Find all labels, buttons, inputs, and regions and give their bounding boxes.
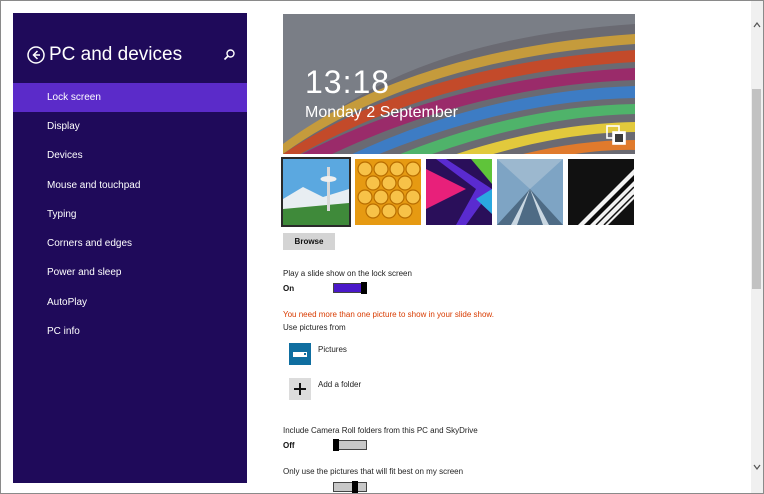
source-pictures-label[interactable]: Pictures <box>318 345 347 354</box>
thumbnail-honeycomb[interactable] <box>355 159 421 225</box>
sidebar-item-label: Display <box>47 121 80 132</box>
sidebar-item-label: Lock screen <box>47 92 101 103</box>
thumbnail-piano[interactable] <box>568 159 634 225</box>
thumbnail-space-needle[interactable] <box>281 157 351 227</box>
thumbnail-rails[interactable] <box>497 159 563 225</box>
sidebar-item-autoplay[interactable]: AutoPlay <box>13 288 247 317</box>
use-pictures-label: Use pictures from <box>283 323 346 332</box>
sidebar-item-devices[interactable]: Devices <box>13 141 247 170</box>
camera-roll-toggle[interactable] <box>333 439 367 451</box>
settings-window: PC and devices Lock screen Display Devic… <box>0 0 764 494</box>
preview-date: Monday 2 September <box>305 104 458 121</box>
fit-best-label: Only use the pictures that will fit best… <box>283 467 464 476</box>
lock-screen-preview: 13:18 Monday 2 September <box>283 14 635 154</box>
warning-message: You need more than one picture to show i… <box>283 310 494 319</box>
sidebar-item-label: PC info <box>47 326 80 337</box>
sidebar: PC and devices Lock screen Display Devic… <box>13 13 247 483</box>
plus-icon[interactable] <box>289 378 311 400</box>
picture-thumbnails <box>281 157 643 227</box>
search-icon[interactable] <box>222 48 236 62</box>
sidebar-item-corners-edges[interactable]: Corners and edges <box>13 229 247 258</box>
sidebar-title: PC and devices <box>49 44 183 65</box>
slideshow-label: Play a slide show on the lock screen <box>283 269 412 278</box>
thumbnail-ribbons[interactable] <box>426 159 492 225</box>
sidebar-item-display[interactable]: Display <box>13 112 247 141</box>
sidebar-item-label: AutoPlay <box>47 297 88 308</box>
main-content: 13:18 Monday 2 September Browse Play a s… <box>247 1 753 493</box>
sidebar-item-label: Mouse and touchpad <box>47 180 141 191</box>
back-arrow-icon[interactable] <box>27 46 45 64</box>
sidebar-item-typing[interactable]: Typing <box>13 200 247 229</box>
sidebar-item-label: Corners and edges <box>47 238 133 249</box>
vertical-scrollbar[interactable] <box>751 1 763 493</box>
preview-time: 13:18 <box>305 64 391 100</box>
pictures-library-icon[interactable] <box>289 343 311 365</box>
toggle-knob <box>361 282 367 294</box>
sidebar-item-power-sleep[interactable]: Power and sleep <box>13 258 247 287</box>
toggle-knob <box>352 481 358 493</box>
sidebar-item-pc-info[interactable]: PC info <box>13 317 247 346</box>
fit-best-toggle[interactable] <box>333 481 367 493</box>
sidebar-item-label: Power and sleep <box>47 267 122 278</box>
camera-roll-state: Off <box>283 441 295 450</box>
chevron-up-icon[interactable] <box>753 21 761 29</box>
sidebar-item-mouse-touchpad[interactable]: Mouse and touchpad <box>13 171 247 200</box>
scrollbar-thumb[interactable] <box>752 89 761 289</box>
toggle-knob <box>333 439 339 451</box>
slideshow-toggle[interactable] <box>333 282 367 294</box>
sidebar-item-label: Devices <box>47 150 83 161</box>
sidebar-item-lock-screen[interactable]: Lock screen <box>13 83 247 112</box>
add-folder-label[interactable]: Add a folder <box>318 380 361 389</box>
sidebar-header: PC and devices <box>13 41 247 73</box>
browse-button[interactable]: Browse <box>283 233 335 250</box>
camera-switch-icon <box>606 125 626 145</box>
slideshow-state: On <box>283 284 295 293</box>
sidebar-item-label: Typing <box>47 209 77 220</box>
chevron-down-icon[interactable] <box>753 463 761 471</box>
camera-roll-label: Include Camera Roll folders from this PC… <box>283 426 478 435</box>
